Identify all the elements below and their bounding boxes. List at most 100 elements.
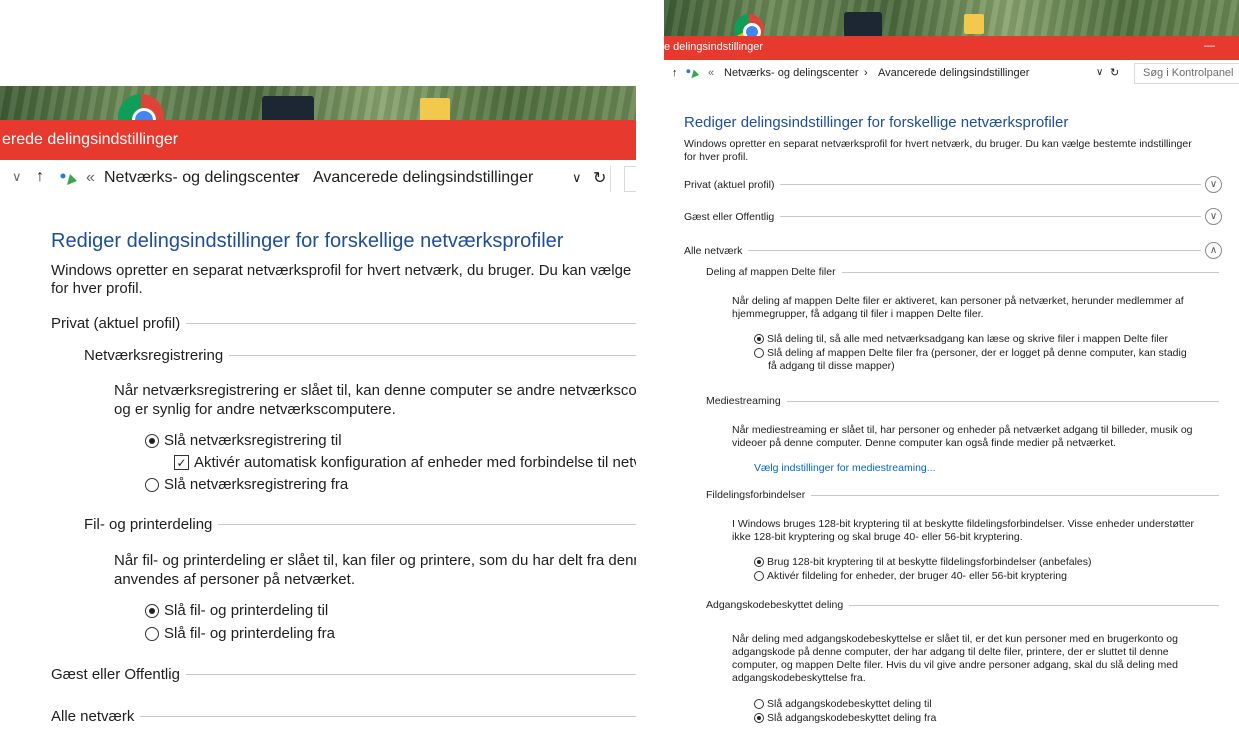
radio-encryption-40[interactable]: Aktivér fildeling for enheder, der bruge…: [754, 570, 1067, 582]
breadcrumb-overflow[interactable]: «: [708, 67, 714, 79]
public-folder-desc-2: hjemmegrupper, få adgang til filer i map…: [732, 308, 984, 320]
radio-selected-icon[interactable]: [145, 433, 159, 448]
window-titlebar: erede delingsindstillinger: [0, 120, 636, 160]
intro-text: Windows opretter en separat netværksprof…: [51, 262, 636, 279]
chrome-icon[interactable]: [118, 94, 164, 120]
radio-encryption-128[interactable]: Brug 128-bit kryptering til at beskytte …: [754, 556, 1092, 568]
profile-guest-header[interactable]: Gæst eller Offentlig ∨: [684, 208, 1222, 225]
network-discovery-header: Netværksregistrering: [84, 347, 636, 364]
refresh-icon[interactable]: ↻: [593, 168, 606, 188]
address-bar[interactable]: ∨ ↑ « Netværks- og delingscenter › Avanc…: [0, 160, 636, 198]
radio-unselected-icon[interactable]: [754, 699, 764, 709]
intro-text-2: for hver profil.: [51, 280, 143, 297]
address-bar[interactable]: ↑ « Netværks- og delingscenter › Avancer…: [664, 60, 1239, 88]
password-sharing-desc-4: adgangskodebeskyttelse fra.: [732, 672, 866, 684]
page-title: Rediger delingsindstillinger for forskel…: [51, 230, 564, 252]
profile-all-header[interactable]: Alle netværk: [51, 708, 636, 725]
checkbox-auto-config[interactable]: ✓ Aktivér automatisk konfiguration af en…: [174, 454, 636, 471]
profile-private-label: Privat (aktuel profil): [684, 178, 775, 191]
profile-all-label: Alle netværk: [51, 708, 135, 725]
folder-icon[interactable]: [420, 98, 450, 120]
radio-label: Slå adgangskodebeskyttet deling til: [767, 698, 932, 710]
radio-label: Slå deling af mappen Delte filer fra (pe…: [767, 347, 1187, 359]
file-printer-header: Fil- og printerdeling: [84, 516, 636, 533]
media-streaming-desc-2: videoer på denne computer. Denne compute…: [732, 437, 1117, 449]
right-window-screenshot: e delingsindstillinger — ↑ « Netværks- o…: [664, 0, 1239, 731]
password-sharing-title: Adgangskodebeskyttet deling: [706, 599, 844, 611]
radio-unselected-icon[interactable]: [754, 571, 764, 581]
desktop-background: [664, 0, 1239, 36]
expand-icon[interactable]: ∨: [1205, 176, 1222, 193]
password-sharing-desc-2: adgangskode på denne computer, der har a…: [732, 646, 1169, 658]
app-icon[interactable]: [844, 12, 882, 36]
file-connections-header: Fildelingsforbindelser: [706, 489, 1219, 501]
profile-all-header[interactable]: Alle netværk ∧: [684, 242, 1222, 259]
refresh-icon[interactable]: ↻: [1110, 66, 1119, 79]
history-chevron-icon[interactable]: ∨: [12, 169, 22, 185]
radio-password-on[interactable]: Slå adgangskodebeskyttet deling til: [754, 698, 932, 710]
password-sharing-desc: Når deling med adgangskodebeskyttelse er…: [732, 633, 1178, 645]
radio-selected-icon[interactable]: [754, 557, 764, 567]
folder-icon[interactable]: [964, 14, 984, 34]
network-discovery-desc: Når netværksregistrering er slået til, k…: [114, 382, 636, 399]
file-printer-title: Fil- og printerdeling: [84, 516, 213, 533]
desktop-background: [0, 86, 636, 120]
checkbox-checked-icon[interactable]: ✓: [174, 455, 189, 470]
radio-public-folder-off[interactable]: Slå deling af mappen Delte filer fra (pe…: [754, 347, 1187, 359]
radio-selected-icon[interactable]: [145, 603, 159, 618]
app-icon[interactable]: [262, 96, 314, 120]
breadcrumb-advanced-settings[interactable]: Avancerede delingsindstillinger: [313, 169, 533, 187]
breadcrumb-network-center[interactable]: Netværks- og delingscenter: [104, 169, 300, 187]
radio-network-discovery-on[interactable]: Slå netværksregistrering til: [145, 432, 342, 449]
intro-text: Windows opretter en separat netværksprof…: [684, 138, 1192, 150]
radio-selected-icon[interactable]: [754, 713, 764, 723]
breadcrumb-overflow[interactable]: «: [86, 169, 95, 187]
radio-unselected-icon[interactable]: [145, 626, 159, 641]
expand-icon[interactable]: ∨: [1205, 208, 1222, 225]
window-title: erede delingsindstillinger: [2, 131, 179, 148]
radio-label: Slå adgangskodebeskyttet deling fra: [767, 712, 937, 724]
profile-private-header[interactable]: Privat (aktuel profil) ∨: [684, 176, 1222, 193]
radio-unselected-icon[interactable]: [145, 477, 159, 492]
media-streaming-title: Mediestreaming: [706, 395, 781, 407]
search-box[interactable]: [624, 166, 636, 192]
file-connections-desc-2: ikke 128-bit kryptering og skal bruge 40…: [732, 531, 1023, 543]
profile-all-label: Alle netværk: [684, 244, 743, 257]
search-input[interactable]: Søg i Kontrolpanel: [1134, 63, 1239, 84]
password-sharing-header: Adgangskodebeskyttet deling: [706, 599, 1219, 611]
network-discovery-title: Netværksregistrering: [84, 347, 224, 364]
network-discovery-desc-2: og er synlig for andre netværkscomputere…: [114, 401, 396, 418]
radio-network-discovery-off[interactable]: Slå netværksregistrering fra: [145, 476, 348, 493]
media-streaming-link[interactable]: Vælg indstillinger for mediestreaming...: [754, 462, 936, 474]
radio-file-printer-off[interactable]: Slå fil- og printerdeling fra: [145, 625, 335, 642]
file-printer-desc-2: anvendes af personer på netværket.: [114, 571, 355, 588]
address-dropdown-icon[interactable]: ∨: [1096, 67, 1103, 78]
up-icon[interactable]: ↑: [672, 67, 678, 79]
profile-private-header[interactable]: Privat (aktuel profil): [51, 315, 636, 332]
radio-unselected-icon[interactable]: [754, 348, 764, 358]
radio-label: Brug 128-bit kryptering til at beskytte …: [767, 556, 1092, 568]
radio-password-off[interactable]: Slå adgangskodebeskyttet deling fra: [754, 712, 936, 724]
breadcrumb-network-center[interactable]: Netværks- og delingscenter: [724, 67, 859, 79]
radio-file-printer-on[interactable]: Slå fil- og printerdeling til: [145, 602, 328, 619]
radio-label: Slå fil- og printerdeling til: [164, 602, 329, 619]
window-title: e delingsindstillinger: [664, 41, 764, 53]
breadcrumb-separator: ›: [864, 67, 868, 79]
up-icon[interactable]: ↑: [36, 168, 44, 186]
file-connections-desc: I Windows bruges 128-bit kryptering til …: [732, 518, 1195, 530]
radio-label: Aktivér fildeling for enheder, der bruge…: [767, 570, 1067, 582]
network-icon: [60, 172, 78, 186]
radio-public-folder-on[interactable]: Slå deling til, så alle med netværksadga…: [754, 333, 1168, 345]
minimize-button[interactable]: —: [1204, 40, 1215, 52]
breadcrumb-advanced-settings[interactable]: Avancerede delingsindstillinger: [878, 67, 1029, 79]
breadcrumb-separator: ›: [293, 169, 299, 186]
network-icon: [686, 68, 700, 79]
password-sharing-desc-3: computer, og mappen Delte filer. Hvis du…: [732, 659, 1178, 671]
profile-guest-header[interactable]: Gæst eller Offentlig: [51, 666, 636, 683]
address-dropdown-icon[interactable]: ∨: [572, 170, 582, 186]
file-printer-desc: Når fil- og printerdeling er slået til, …: [114, 552, 636, 569]
page-title: Rediger delingsindstillinger for forskel…: [684, 114, 1069, 131]
radio-selected-icon[interactable]: [754, 334, 764, 344]
chrome-icon[interactable]: [734, 14, 764, 36]
collapse-icon[interactable]: ∧: [1205, 242, 1222, 259]
